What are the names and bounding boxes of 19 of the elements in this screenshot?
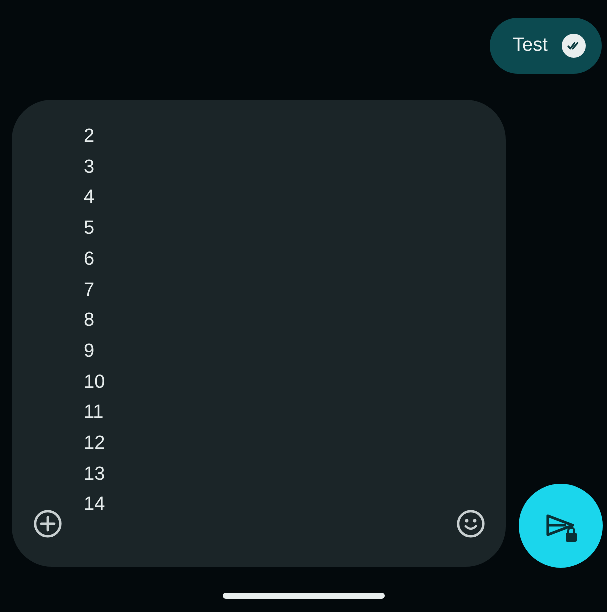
sent-message-bubble[interactable]: Test bbox=[490, 18, 602, 74]
message-line: 2 bbox=[84, 125, 95, 149]
message-text: Test bbox=[513, 35, 548, 57]
message-line: 6 bbox=[84, 248, 95, 272]
message-line: 7 bbox=[84, 278, 95, 303]
message-line: 14 bbox=[84, 493, 106, 518]
emoji-icon[interactable] bbox=[457, 510, 485, 538]
add-icon[interactable] bbox=[34, 510, 62, 538]
message-line: 4 bbox=[84, 186, 95, 210]
send-lock-icon bbox=[546, 513, 580, 543]
message-line: 8 bbox=[84, 309, 95, 334]
message-line: 12 bbox=[84, 432, 106, 456]
message-line: 3 bbox=[84, 156, 95, 180]
message-line: 5 bbox=[84, 217, 95, 242]
message-line: 10 bbox=[84, 370, 106, 395]
message-line: 11 bbox=[84, 401, 104, 426]
message-input-field[interactable]: 2 3 4 5 6 7 8 9 10 11 12 13 14 bbox=[12, 100, 506, 567]
message-line: 13 bbox=[84, 462, 106, 487]
message-line: 9 bbox=[84, 340, 95, 364]
